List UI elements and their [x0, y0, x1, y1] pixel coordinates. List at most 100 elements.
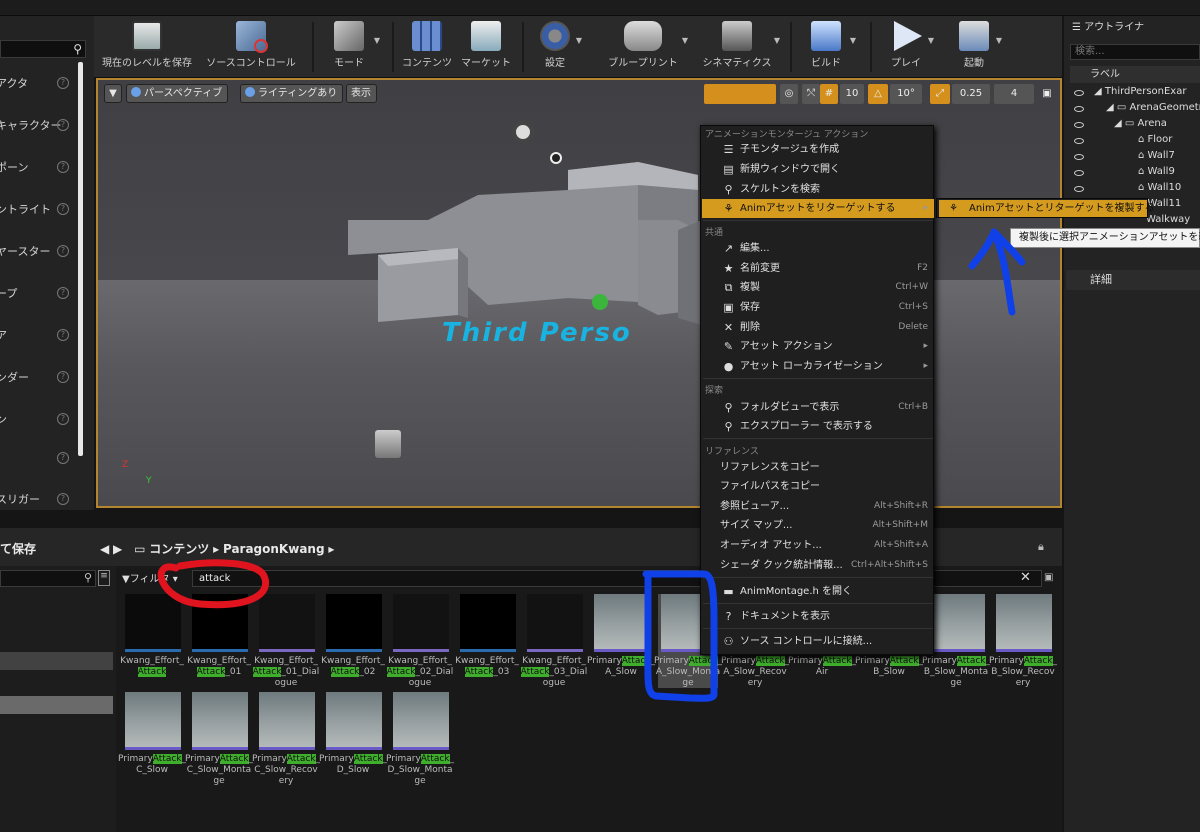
visibility-eye-icon[interactable] [1074, 122, 1084, 128]
menu-reference-viewer[interactable]: 参照ビューア... Alt+Shift+R [702, 497, 934, 516]
asset-tile[interactable]: Kwang_Effort_Attack_01_Dialogue [252, 594, 319, 688]
player-start-icon[interactable] [592, 294, 608, 310]
save-level-button[interactable]: 現在のレベルを保存 [100, 16, 194, 78]
asset-tile[interactable]: PrimaryAttack_D_Slow [319, 692, 387, 786]
visibility-eye-icon[interactable] [1074, 90, 1084, 96]
help-icon[interactable]: ? [57, 161, 69, 173]
menu-save[interactable]: ▣ 保存 Ctrl+S [702, 298, 934, 317]
sources-folder-row[interactable] [0, 652, 113, 670]
asset-tile[interactable]: PrimaryAttack_C_Slow_Recovery [252, 692, 320, 786]
save-all-button[interactable]: て保存 [0, 540, 36, 557]
sources-search-input[interactable]: ⚲ [0, 570, 96, 587]
menu-show-in-folder[interactable]: ⚲ フォルダビューで表示 Ctrl+B [702, 398, 934, 417]
asset-tile[interactable]: PrimaryAttack_D_Slow_Montage [386, 692, 454, 786]
sky-sphere-icon[interactable] [550, 152, 562, 164]
filters-button[interactable]: ▼フィルタ ▾ [122, 570, 178, 585]
content-button[interactable]: コンテンツ [400, 16, 454, 78]
menu-copy-file-path[interactable]: ファイルパスをコピー [702, 477, 934, 496]
grid-snap-value[interactable]: 10 [840, 84, 864, 104]
asset-tile[interactable]: PrimaryAttack_B_Slow_Recovery [989, 594, 1057, 688]
visibility-eye-icon[interactable] [1074, 138, 1084, 144]
help-icon[interactable]: ? [57, 287, 69, 299]
transform-tools-group[interactable] [704, 84, 776, 104]
outliner-row[interactable]: ⌂ Floor [1138, 132, 1172, 148]
help-icon[interactable]: ? [57, 371, 69, 383]
details-tab[interactable]: 詳細 [1066, 270, 1200, 290]
scale-snap-value[interactable]: 0.25 [952, 84, 990, 104]
lighting-mode-button[interactable]: ライティングあり [240, 84, 344, 103]
menu-view-documentation[interactable]: ? ドキュメントを表示 [702, 607, 934, 626]
back-icon[interactable]: ◀ ▶ [100, 542, 122, 556]
menu-duplicate-and-retarget[interactable]: ⚘ Animアセットとリターゲットを複製する [939, 200, 1155, 217]
outliner-tab[interactable]: ☰ アウトライナ [1072, 18, 1144, 33]
camera-actor-icon[interactable] [375, 430, 401, 458]
menu-retarget-anim-assets[interactable]: ⚘ Animアセットをリターゲットする ▸ [702, 199, 934, 218]
asset-tile[interactable]: PrimaryAttack_A_Slow [587, 594, 655, 688]
menu-duplicate[interactable]: ⧉ 複製 Ctrl+W [702, 278, 934, 297]
viewport-options-button[interactable]: ▼ [104, 84, 122, 103]
outliner-row[interactable]: ⌂ Wall10 [1138, 180, 1181, 196]
visibility-eye-icon[interactable] [1074, 154, 1084, 160]
lock-icon[interactable]: 🔒︎ [1038, 540, 1044, 554]
asset-tile[interactable]: Kwang_Effort_Attack_02 [321, 594, 385, 688]
asset-tile[interactable]: Kwang_Effort_Attack_02_Dialogue [386, 594, 453, 688]
help-icon[interactable]: ? [57, 245, 69, 257]
outliner-row[interactable]: ⌂ Wall7 [1138, 148, 1175, 164]
menu-delete[interactable]: ✕ 削除 Delete [702, 318, 934, 337]
outliner-row[interactable]: ⌂ Wall9 [1138, 164, 1175, 180]
modes-search-input[interactable]: ⚲ [0, 40, 86, 58]
menu-asset-actions[interactable]: ✎ アセット アクション ▸ [702, 337, 934, 356]
menu-copy-reference[interactable]: リファレンスをコピー [702, 458, 934, 477]
perspective-button[interactable]: パースペクティブ [126, 84, 229, 103]
outliner-search-input[interactable]: 検索... [1070, 44, 1200, 60]
help-icon[interactable]: ? [57, 329, 69, 341]
source-control-button[interactable]: ソースコントロール [198, 16, 304, 78]
outliner-label-column[interactable]: ラベル [1070, 66, 1200, 83]
asset-tile[interactable]: PrimaryAttack_C_Slow [118, 692, 186, 786]
breadcrumb-paragonkwang[interactable]: ParagonKwang [223, 542, 325, 556]
list-view-icon[interactable]: ≡ [98, 570, 110, 586]
marketplace-button[interactable]: マーケット [458, 16, 514, 78]
clear-search-icon[interactable]: ✕ [1020, 570, 1031, 585]
help-icon[interactable]: ? [57, 452, 69, 464]
maximize-viewport-icon[interactable]: ▣ [1040, 84, 1054, 104]
menu-create-child-montage[interactable]: ☰ 子モンタージュを作成 [702, 140, 934, 159]
asset-tile[interactable]: Kwang_Effort_Attack_03_Dialogue [520, 594, 587, 688]
save-search-icon[interactable]: ▣ [1044, 572, 1053, 583]
menu-edit[interactable]: ↗ 編集... [702, 239, 934, 258]
menu-rename[interactable]: ★ 名前変更 F2 [702, 259, 934, 278]
menu-show-in-explorer[interactable]: ⚲ エクスプローラー で表示する [702, 417, 934, 436]
asset-tile[interactable]: PrimaryAttack_B_Slow_Montage [922, 594, 990, 688]
help-icon[interactable]: ? [57, 413, 69, 425]
cinematics-button[interactable]: シネマティクス ▼ [696, 16, 780, 78]
asset-tile[interactable]: Kwang_Effort_Attack [120, 594, 184, 688]
light-source-icon[interactable] [516, 125, 530, 139]
surface-snap-icon[interactable]: ⤲ [802, 84, 820, 104]
launch-button[interactable]: 起動 ▼ [948, 16, 1002, 78]
menu-audit-assets[interactable]: オーディオ アセット... Alt+Shift+A [702, 536, 934, 555]
asset-tile[interactable]: Kwang_Effort_Attack_01 [187, 594, 251, 688]
menu-find-skeleton[interactable]: ⚲ スケルトンを検索 [702, 180, 934, 199]
camera-speed-button[interactable]: 4 [994, 84, 1034, 104]
rotation-snap-value[interactable]: 10° [890, 84, 922, 104]
modes-button[interactable]: モード ▼ [320, 16, 380, 78]
play-button[interactable]: プレイ ▼ [880, 16, 934, 78]
help-icon[interactable]: ? [57, 77, 69, 89]
menu-connect-source-control[interactable]: ⚇ ソース コントロールに接続... [702, 632, 934, 651]
blueprints-button[interactable]: ブループリント ▼ [600, 16, 688, 78]
grid-snap-icon[interactable]: # [820, 84, 838, 104]
sources-folder-row-selected[interactable] [0, 696, 113, 714]
outliner-row[interactable]: ◢ ThirdPersonExar [1094, 84, 1186, 100]
visibility-eye-icon[interactable] [1074, 170, 1084, 176]
scale-snap-icon[interactable]: ⤢ [930, 84, 950, 104]
visibility-eye-icon[interactable] [1074, 186, 1084, 192]
visibility-eye-icon[interactable] [1074, 106, 1084, 112]
asset-tile[interactable]: Kwang_Effort_Attack_03 [455, 594, 519, 688]
outliner-row[interactable]: ◢ ▭ Arena [1114, 116, 1167, 132]
asset-tile[interactable]: PrimaryAttack_C_Slow_Montage [185, 692, 253, 786]
menu-shader-cook-stats[interactable]: シェーダ クック統計情報... Ctrl+Alt+Shift+S [702, 556, 934, 575]
settings-button[interactable]: 設定 ▼ [530, 16, 582, 78]
help-icon[interactable]: ? [57, 119, 69, 131]
build-button[interactable]: ビルド ▼ [798, 16, 856, 78]
menu-open-new-window[interactable]: ▤ 新規ウィンドウで開く [702, 160, 934, 179]
